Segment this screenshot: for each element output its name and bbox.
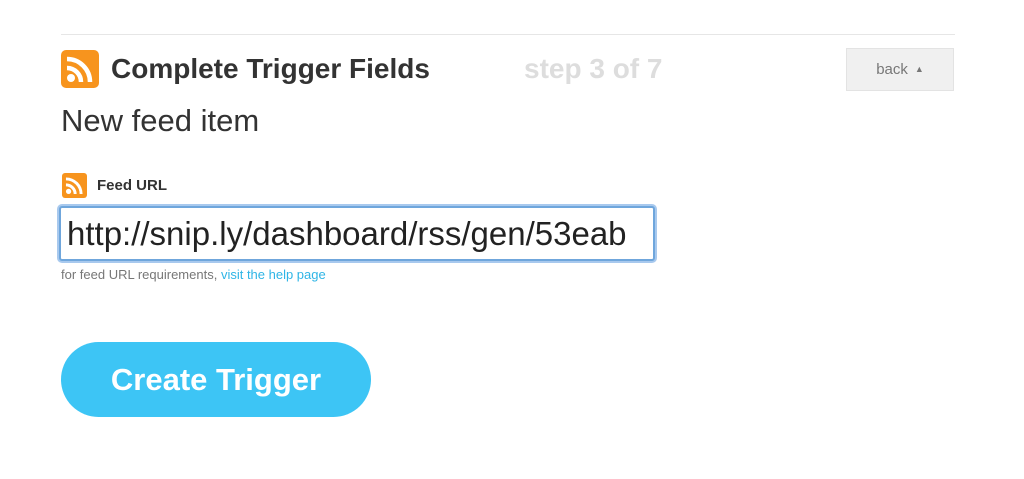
help-text-prefix: for feed URL requirements, <box>61 267 221 282</box>
caret-up-icon: ▲ <box>914 63 924 74</box>
step-indicator: step 3 of 7 <box>524 53 663 84</box>
trigger-name: New feed item <box>61 103 260 138</box>
rss-feed-icon <box>61 50 99 88</box>
help-text: for feed URL requirements, visit the hel… <box>61 267 326 283</box>
help-page-link[interactable]: visit the help page <box>221 267 326 282</box>
back-button[interactable]: back ▲ <box>846 48 954 91</box>
back-button-label: back <box>876 61 908 78</box>
feed-url-label: Feed URL <box>97 177 168 194</box>
rss-field-icon <box>62 173 87 198</box>
page-title: Complete Trigger Fields <box>111 53 430 84</box>
create-trigger-button[interactable]: Create Trigger <box>61 342 371 417</box>
feed-url-input[interactable] <box>59 206 655 261</box>
top-divider <box>61 34 955 35</box>
